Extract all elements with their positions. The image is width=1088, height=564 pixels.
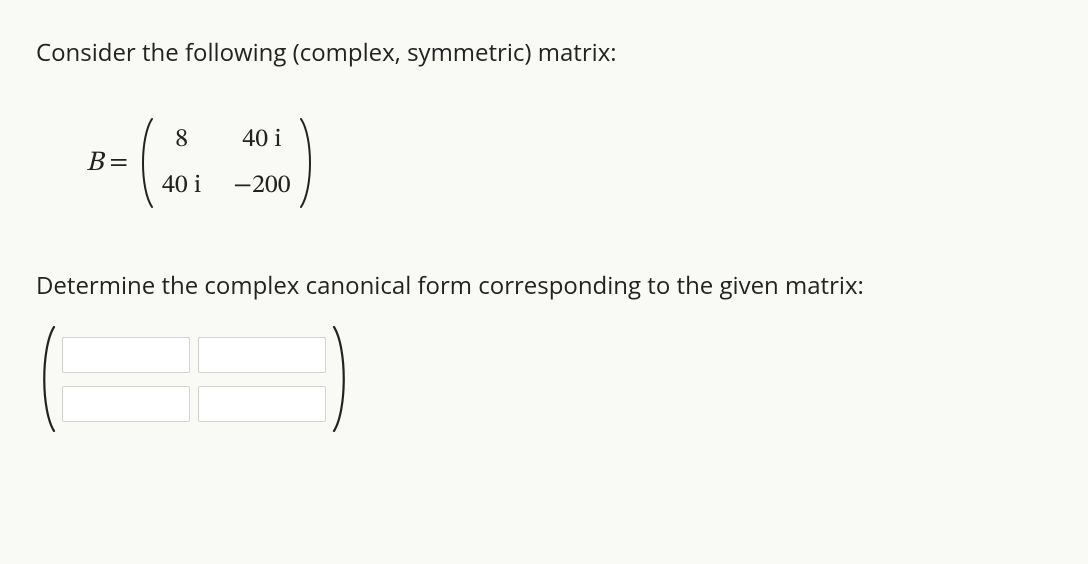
answer-r1c2-input[interactable] [198,337,326,373]
answer-cells [58,324,330,434]
right-paren-icon [297,117,319,209]
question-text: Determine the complex canonical form cor… [36,269,1052,302]
matrix-B-r1c2: 40 i [233,124,290,157]
answer-r1c1-input[interactable] [62,337,190,373]
matrix-B-r2c1: 40 i [162,170,201,203]
prompt-text: Consider the following (complex, symmetr… [36,36,1052,69]
matrix-B-r1c1: 8 [162,124,201,157]
matrix-B: 8 40 i 40 i −200 [134,117,319,209]
left-paren-icon [134,117,156,209]
matrix-B-cells: 8 40 i 40 i −200 [156,117,297,209]
answer-r2c1-input[interactable] [62,386,190,422]
matrix-B-r2c2: −200 [233,170,290,203]
problem-page: Consider the following (complex, symmetr… [0,0,1088,434]
matrix-name: B [86,146,103,181]
equals-sign: = [109,147,128,180]
answer-r2c2-input[interactable] [198,386,326,422]
matrix-definition: B = 8 40 i 40 i −200 [86,117,1052,209]
answer-matrix [36,324,1052,434]
left-paren-icon [36,324,58,434]
right-paren-icon [330,324,352,434]
